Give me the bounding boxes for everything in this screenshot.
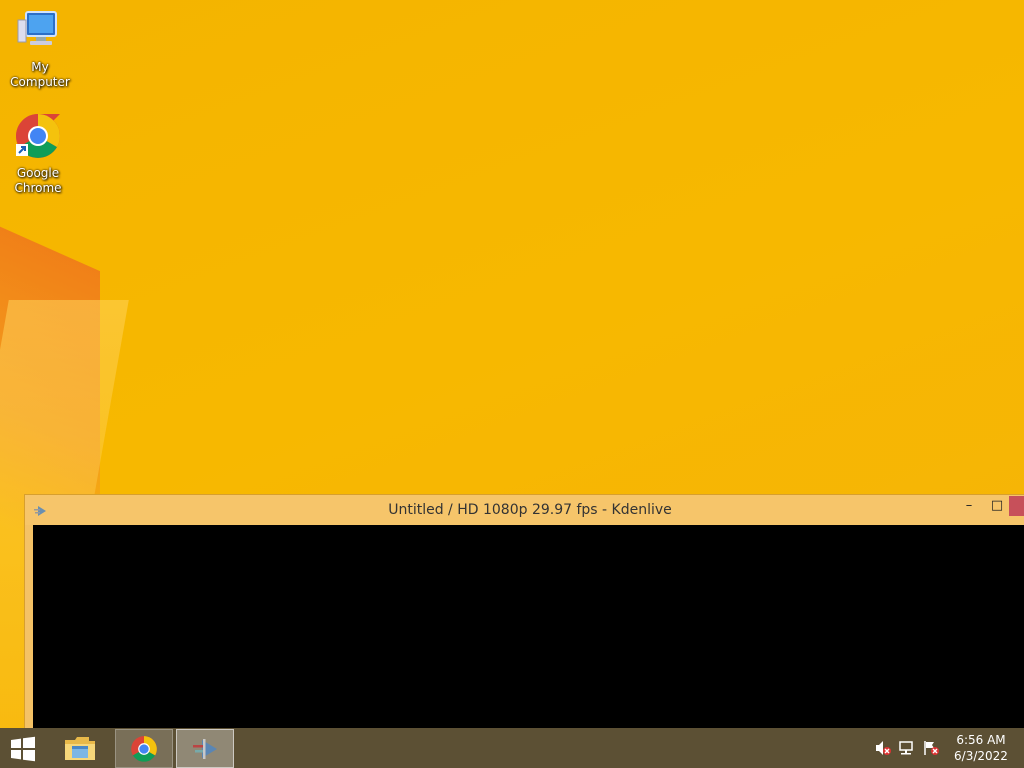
clock-time: 6:56 AM <box>956 733 1006 747</box>
kdenlive-window[interactable]: Untitled / HD 1080p 29.97 fps - Kdenlive… <box>24 494 1024 736</box>
maximize-button[interactable]: □ <box>983 495 1011 517</box>
taskbar: 6:56 AM 6/3/2022 <box>0 728 1024 768</box>
folder-icon <box>65 736 95 760</box>
minimize-button[interactable]: – <box>955 495 983 517</box>
windows-logo-icon <box>11 736 35 762</box>
network-icon[interactable] <box>898 740 916 756</box>
taskbar-file-explorer[interactable] <box>52 729 108 766</box>
desktop-icon-my-computer[interactable]: My Computer <box>0 10 80 90</box>
volume-muted-icon[interactable] <box>874 740 892 756</box>
close-button[interactable] <box>1009 496 1024 516</box>
desktop-icon-label-line1: Google <box>16 166 60 180</box>
clock-date: 6/3/2022 <box>954 749 1008 763</box>
start-button[interactable] <box>8 736 38 762</box>
desktop-icon-label: My Computer <box>10 60 70 89</box>
chrome-icon <box>0 112 78 164</box>
taskbar-kdenlive[interactable] <box>176 729 234 768</box>
window-content[interactable] <box>33 525 1024 735</box>
taskbar-google-chrome[interactable] <box>115 729 173 768</box>
window-titlebar[interactable]: Untitled / HD 1080p 29.97 fps - Kdenlive… <box>25 495 1024 525</box>
action-center-flag-icon[interactable] <box>922 740 940 756</box>
kdenlive-icon <box>193 738 217 759</box>
chrome-icon <box>131 735 157 762</box>
computer-icon <box>0 10 80 58</box>
window-title: Untitled / HD 1080p 29.97 fps - Kdenlive <box>388 502 672 518</box>
desktop-icon-google-chrome[interactable]: Google Chrome <box>0 112 78 196</box>
desktop-icon-label-line2: Chrome <box>14 181 62 195</box>
system-clock[interactable]: 6:56 AM 6/3/2022 <box>944 732 1018 764</box>
